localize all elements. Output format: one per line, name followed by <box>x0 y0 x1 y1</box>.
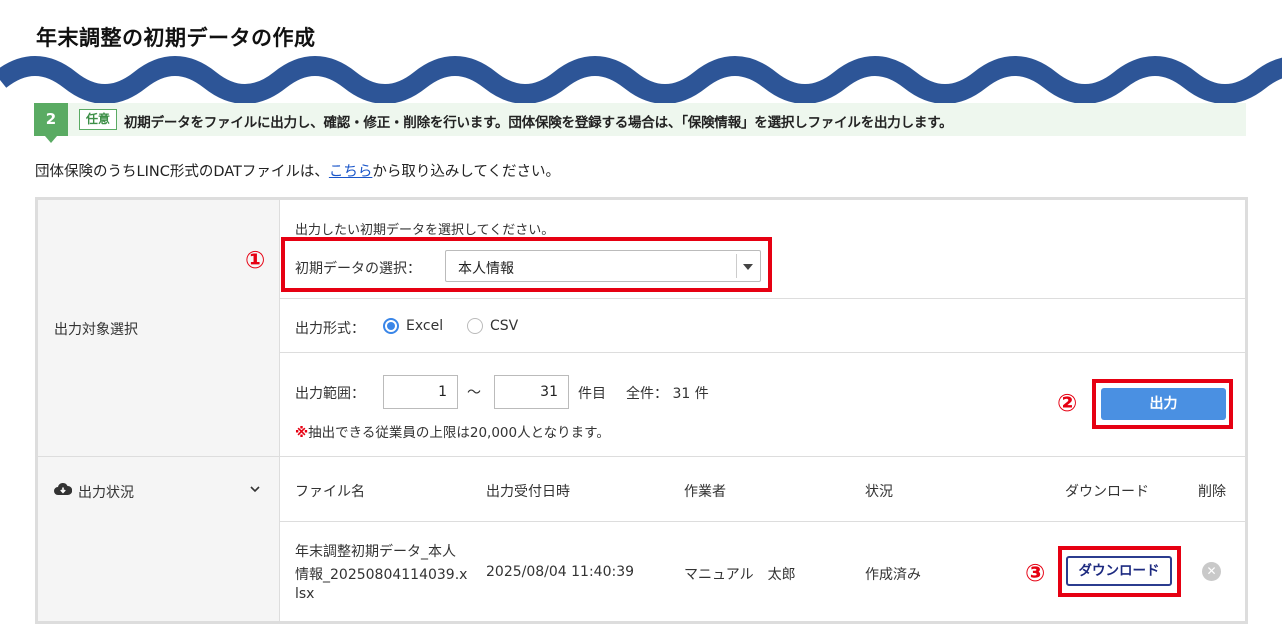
callout-number-1: ① <box>245 246 266 274</box>
file-name-line-3: lsx <box>295 586 315 602</box>
range-label: 出力範囲： <box>295 386 365 402</box>
output-status-label-cell <box>38 457 279 621</box>
column-divider <box>279 200 280 621</box>
output-target-label: 出力対象選択 <box>54 322 138 338</box>
col-header-download: ダウンロード <box>1065 484 1149 500</box>
chevron-down-icon[interactable] <box>250 486 260 493</box>
select-instruction: 出力したい初期データを選択してください。 <box>295 223 555 238</box>
callout-number-2: ② <box>1057 389 1078 417</box>
format-option-excel[interactable]: Excel <box>406 318 443 334</box>
file-name-line-1: 年末調整初期データ_本人 <box>295 544 456 560</box>
row-status: 作成済み <box>865 567 921 583</box>
step-number: 2 <box>34 103 68 136</box>
cloud-download-icon <box>54 482 72 495</box>
page-title: 年末調整の初期データの作成 <box>36 26 316 50</box>
total-count: 全件： 31 件 <box>626 386 709 402</box>
col-header-file-name: ファイル名 <box>295 484 365 500</box>
dat-import-link[interactable]: こちら <box>329 164 373 180</box>
callout-frame-1 <box>281 237 772 292</box>
optional-badge: 任意 <box>79 109 117 130</box>
row-divider <box>280 298 1245 299</box>
limit-note: ※抽出できる従業員の上限は20,000人となります。 <box>295 425 610 441</box>
wave-decoration <box>0 56 1282 104</box>
callout-number-3: ③ <box>1025 559 1046 587</box>
step-description: 初期データをファイルに出力し、確認・修正・削除を行います。団体保険を登録する場合… <box>124 115 953 131</box>
row-divider <box>280 352 1245 353</box>
callout-frame-2 <box>1092 379 1233 429</box>
row-operator: マニュアル 太郎 <box>684 567 796 583</box>
format-radio-excel[interactable] <box>383 318 399 334</box>
row-divider <box>280 521 1245 522</box>
format-radio-csv[interactable] <box>467 318 483 334</box>
col-header-operator: 作業者 <box>684 484 726 500</box>
range-from-input[interactable]: 1 <box>383 375 458 409</box>
section-divider <box>38 456 1245 457</box>
notice-text: 団体保険のうちLINC形式のDATファイルは、こちらから取り込みしてください。 <box>35 164 561 180</box>
format-option-csv[interactable]: CSV <box>490 318 518 334</box>
file-name-line-2: 情報_20250804114039.x <box>295 567 468 583</box>
output-status-label: 出力状況 <box>78 485 134 501</box>
range-to-input[interactable]: 31 <box>494 375 569 409</box>
delete-icon[interactable]: ✕ <box>1202 562 1221 581</box>
step-number-pointer <box>45 136 57 143</box>
range-unit: 件目 <box>578 386 606 402</box>
col-header-delete: 削除 <box>1198 484 1226 500</box>
callout-frame-3 <box>1058 546 1181 597</box>
col-header-datetime: 出力受付日時 <box>486 484 570 500</box>
row-datetime: 2025/08/04 11:40:39 <box>486 564 635 580</box>
range-separator: ～ <box>467 385 481 401</box>
col-header-status: 状況 <box>865 484 893 500</box>
format-label: 出力形式： <box>295 321 365 337</box>
